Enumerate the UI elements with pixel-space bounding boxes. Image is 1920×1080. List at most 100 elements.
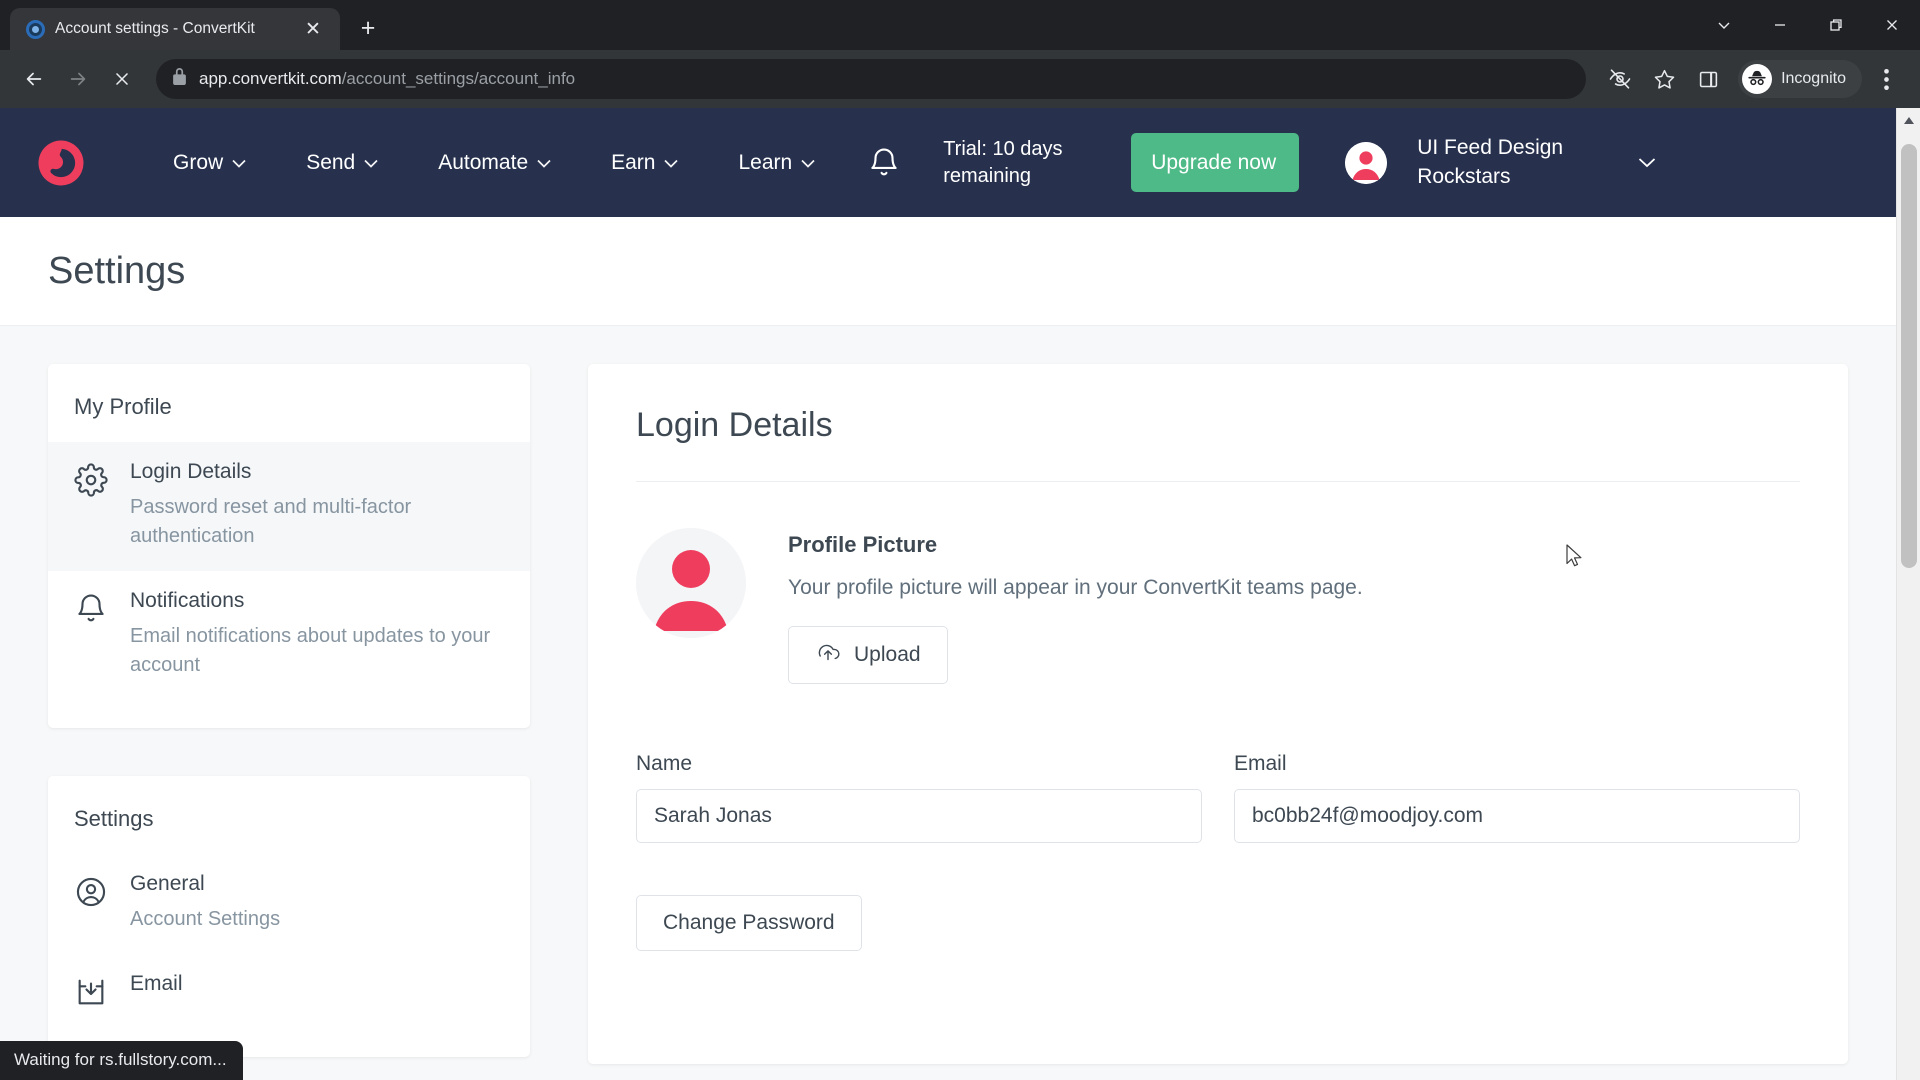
- lock-icon: [172, 68, 187, 90]
- profile-picture-row: Profile Picture Your profile picture wil…: [636, 528, 1800, 684]
- name-input-value: Sarah Jonas: [654, 804, 772, 827]
- sidebar-item-label: General: [130, 872, 205, 895]
- sidebar-group-heading: My Profile: [74, 394, 172, 419]
- browser-toolbar: app.convertkit.com/account_settings/acco…: [0, 50, 1920, 108]
- sidebar-group-settings: Settings General Account Settings Email: [48, 776, 530, 1057]
- panel-icon[interactable]: [1688, 59, 1728, 99]
- page-title: Settings: [48, 249, 186, 292]
- sidebar-group-heading: Settings: [74, 806, 154, 831]
- nav-label: Grow: [173, 150, 224, 174]
- profile-label: Incognito: [1781, 70, 1846, 87]
- chevron-down-icon[interactable]: [1696, 0, 1752, 50]
- eye-slash-icon[interactable]: [1600, 59, 1640, 99]
- address-bar[interactable]: app.convertkit.com/account_settings/acco…: [156, 59, 1587, 99]
- sidebar-item-label: Notifications: [130, 589, 245, 612]
- browser-titlebar: Account settings - ConvertKit ✕ +: [0, 0, 1920, 50]
- convertkit-logo-icon[interactable]: [34, 136, 88, 190]
- convertkit-app: Grow Send Automate Earn Learn Trial: 10 …: [0, 108, 1896, 1080]
- sidebar-item-description: Password reset and multi-factor authenti…: [130, 496, 412, 547]
- account-name[interactable]: UI Feed Design Rockstars: [1417, 134, 1592, 191]
- close-icon[interactable]: [1864, 0, 1920, 50]
- settings-sidebar: My Profile Login Details Password reset …: [48, 364, 530, 1080]
- bell-icon[interactable]: [867, 146, 901, 180]
- convertkit-favicon-icon: [26, 19, 45, 39]
- app-navbar: Grow Send Automate Earn Learn Trial: 10 …: [0, 108, 1896, 217]
- toolbar-actions: Incognito: [1600, 59, 1906, 99]
- url-path: /account_settings/account_info: [341, 69, 576, 88]
- profile-chip[interactable]: Incognito: [1738, 60, 1862, 98]
- name-input[interactable]: Sarah Jonas: [636, 789, 1202, 843]
- profile-picture-body: Profile Picture Your profile picture wil…: [788, 528, 1800, 684]
- sidebar-item-notifications[interactable]: Notifications Email notifications about …: [48, 571, 530, 700]
- login-fields: Name Sarah Jonas Email bc0bb24f@moodjoy.…: [636, 752, 1800, 843]
- maximize-icon[interactable]: [1808, 0, 1864, 50]
- trial-status: Trial: 10 days remaining: [943, 137, 1063, 187]
- change-password-button[interactable]: Change Password: [636, 895, 862, 951]
- bell-icon: [74, 592, 108, 626]
- email-field-group: Email bc0bb24f@moodjoy.com: [1234, 752, 1800, 843]
- sidebar-item-label: Email: [130, 972, 183, 995]
- nav-item-grow[interactable]: Grow: [143, 141, 276, 185]
- user-circle-icon: [74, 875, 108, 909]
- avatar: [636, 528, 746, 638]
- nav-item-send[interactable]: Send: [276, 141, 408, 185]
- cloud-upload-icon: [815, 642, 841, 668]
- sidebar-item-text: General Account Settings: [130, 872, 504, 934]
- chevron-down-icon: [801, 155, 815, 171]
- page-scrollbar[interactable]: [1896, 108, 1920, 1080]
- app-nav-menu: Grow Send Automate Earn Learn: [143, 141, 845, 185]
- chevron-down-icon[interactable]: [1638, 153, 1656, 173]
- minimize-icon[interactable]: [1752, 0, 1808, 50]
- stop-loading-icon[interactable]: [102, 59, 142, 99]
- divider: [636, 481, 1800, 482]
- incognito-icon: [1742, 64, 1773, 94]
- browser-tab[interactable]: Account settings - ConvertKit ✕: [10, 8, 340, 50]
- upgrade-now-button[interactable]: Upgrade now: [1131, 132, 1300, 193]
- url-text: app.convertkit.com/account_settings/acco…: [199, 69, 575, 89]
- sidebar-item-text: Email: [130, 972, 504, 1005]
- sidebar-item-description: Email notifications about updates to you…: [130, 625, 491, 676]
- nav-item-automate[interactable]: Automate: [408, 141, 581, 185]
- email-input-value: bc0bb24f@moodjoy.com: [1252, 804, 1484, 827]
- status-bar: Waiting for rs.fullstory.com...: [0, 1041, 243, 1080]
- chevron-down-icon: [232, 155, 246, 171]
- section-heading: Login Details: [636, 406, 833, 444]
- change-password-wrap: Change Password: [636, 895, 1800, 951]
- tab-title: Account settings - ConvertKit: [55, 20, 255, 37]
- browser-window: Account settings - ConvertKit ✕ + app.co…: [0, 0, 1920, 1080]
- sidebar-item-text: Notifications Email notifications about …: [130, 589, 504, 680]
- chevron-down-icon: [537, 155, 551, 171]
- sidebar-item-email[interactable]: Email: [48, 954, 530, 1029]
- mouse-cursor: [1566, 544, 1586, 575]
- sidebar-item-login-details[interactable]: Login Details Password reset and multi-f…: [48, 442, 530, 571]
- sidebar-item-general[interactable]: General Account Settings: [48, 854, 530, 954]
- nav-label: Earn: [611, 150, 656, 174]
- page-viewport: Grow Send Automate Earn Learn Trial: 10 …: [0, 108, 1920, 1080]
- profile-picture-title: Profile Picture: [788, 532, 938, 557]
- settings-main: Login Details Profile Picture Your profi…: [588, 364, 1848, 1080]
- close-icon[interactable]: ✕: [300, 16, 326, 42]
- nav-item-learn[interactable]: Learn: [708, 141, 845, 185]
- upload-button-label: Upload: [854, 643, 921, 666]
- profile-picture-description: Your profile picture will appear in your…: [788, 576, 1363, 599]
- star-icon[interactable]: [1644, 59, 1684, 99]
- name-field-group: Name Sarah Jonas: [636, 752, 1202, 843]
- login-details-card: Login Details Profile Picture Your profi…: [588, 364, 1848, 1064]
- back-arrow-icon[interactable]: [14, 59, 54, 99]
- avatar[interactable]: [1345, 141, 1388, 184]
- email-input[interactable]: bc0bb24f@moodjoy.com: [1234, 789, 1800, 843]
- url-domain: app.convertkit.com: [199, 69, 342, 88]
- nav-label: Send: [306, 150, 356, 174]
- forward-arrow-icon: [58, 59, 98, 99]
- tab-strip: Account settings - ConvertKit ✕ +: [0, 0, 386, 50]
- window-controls: [1696, 0, 1920, 50]
- gear-icon: [74, 463, 108, 497]
- chevron-down-icon: [664, 155, 679, 171]
- scrollbar-thumb[interactable]: [1901, 144, 1917, 568]
- plus-icon[interactable]: +: [350, 10, 386, 46]
- nav-label: Learn: [738, 150, 793, 174]
- nav-item-earn[interactable]: Earn: [581, 141, 708, 185]
- three-dot-menu-icon[interactable]: [1866, 59, 1906, 99]
- scroll-up-arrow-icon[interactable]: [1897, 108, 1920, 132]
- upload-button[interactable]: Upload: [788, 626, 948, 684]
